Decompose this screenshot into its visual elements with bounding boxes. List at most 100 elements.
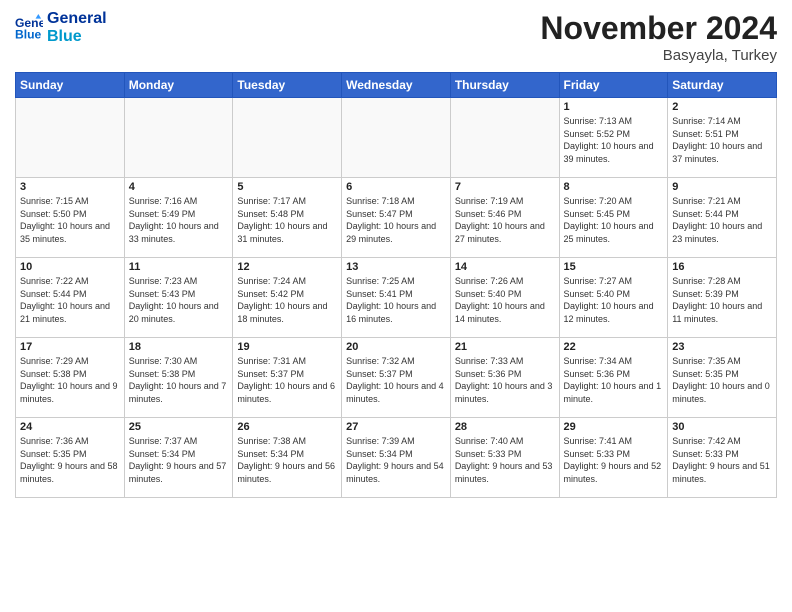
col-thursday: Thursday [450, 73, 559, 98]
day-info: Sunrise: 7:23 AMSunset: 5:43 PMDaylight:… [129, 275, 229, 325]
day-info: Sunrise: 7:16 AMSunset: 5:49 PMDaylight:… [129, 195, 229, 245]
day-info: Sunrise: 7:41 AMSunset: 5:33 PMDaylight:… [564, 435, 664, 485]
calendar-day: 2 Sunrise: 7:14 AMSunset: 5:51 PMDaylight… [668, 98, 777, 178]
day-number: 25 [129, 421, 229, 433]
col-wednesday: Wednesday [342, 73, 451, 98]
calendar-day: 7 Sunrise: 7:19 AMSunset: 5:46 PMDaylight… [450, 178, 559, 258]
day-info: Sunrise: 7:13 AMSunset: 5:52 PMDaylight:… [564, 115, 664, 165]
calendar-day [233, 98, 342, 178]
calendar-day: 29Sunrise: 7:41 AMSunset: 5:33 PMDayligh… [559, 418, 668, 498]
calendar-day: 4 Sunrise: 7:16 AMSunset: 5:49 PMDaylight… [124, 178, 233, 258]
calendar-day: 24Sunrise: 7:36 AMSunset: 5:35 PMDayligh… [16, 418, 125, 498]
day-number: 18 [129, 341, 229, 353]
day-number: 8 [564, 181, 664, 193]
calendar-day: 18 Sunrise: 7:30 AMSunset: 5:38 PMDayligh… [124, 338, 233, 418]
day-info: Sunrise: 7:17 AMSunset: 5:48 PMDaylight:… [237, 195, 337, 245]
calendar-table: Sunday Monday Tuesday Wednesday Thursday… [15, 72, 777, 498]
calendar-day: 30 Sunrise: 7:42 AMSunset: 5:33 PMDayligh… [668, 418, 777, 498]
calendar-day: 1Sunrise: 7:13 AMSunset: 5:52 PMDaylight… [559, 98, 668, 178]
day-number: 6 [346, 181, 446, 193]
day-number: 10 [20, 261, 120, 273]
calendar-body: 1Sunrise: 7:13 AMSunset: 5:52 PMDaylight… [16, 98, 777, 498]
calendar-day: 22 Sunrise: 7:34 AMSunset: 5:36 PMDayligh… [559, 338, 668, 418]
col-sunday: Sunday [16, 73, 125, 98]
day-number: 15 [564, 261, 664, 273]
day-info: Sunrise: 7:39 AMSunset: 5:34 PMDaylight:… [346, 435, 446, 485]
header: General Blue General Blue November 2024 … [15, 10, 777, 64]
day-info: Sunrise: 7:38 AMSunset: 5:34 PMDaylight:… [237, 435, 337, 485]
svg-text:Blue: Blue [15, 27, 42, 41]
day-info: Sunrise: 7:22 AMSunset: 5:44 PMDaylight:… [20, 275, 120, 325]
calendar-day: 19 Sunrise: 7:31 AMSunset: 5:37 PMDayligh… [233, 338, 342, 418]
calendar-day: 20Sunrise: 7:32 AMSunset: 5:37 PMDayligh… [342, 338, 451, 418]
day-info: Sunrise: 7:33 AMSunset: 5:36 PMDaylight:… [455, 355, 555, 405]
day-number: 9 [672, 181, 772, 193]
calendar-day: 16 Sunrise: 7:28 AMSunset: 5:39 PMDayligh… [668, 258, 777, 338]
day-info: Sunrise: 7:40 AMSunset: 5:33 PMDaylight:… [455, 435, 555, 485]
day-number: 28 [455, 421, 555, 433]
calendar-week-3: 10 Sunrise: 7:22 AMSunset: 5:44 PMDayligh… [16, 258, 777, 338]
calendar-header-row: Sunday Monday Tuesday Wednesday Thursday… [16, 73, 777, 98]
day-number: 23 [672, 341, 772, 353]
day-info: Sunrise: 7:27 AMSunset: 5:40 PMDaylight:… [564, 275, 664, 325]
day-info: Sunrise: 7:20 AMSunset: 5:45 PMDaylight:… [564, 195, 664, 245]
day-info: Sunrise: 7:15 AMSunset: 5:50 PMDaylight:… [20, 195, 120, 245]
day-number: 3 [20, 181, 120, 193]
calendar-day: 9 Sunrise: 7:21 AMSunset: 5:44 PMDaylight… [668, 178, 777, 258]
day-number: 24 [20, 421, 120, 433]
calendar-week-5: 24Sunrise: 7:36 AMSunset: 5:35 PMDayligh… [16, 418, 777, 498]
logo-icon: General Blue [15, 14, 43, 42]
day-number: 22 [564, 341, 664, 353]
day-info: Sunrise: 7:31 AMSunset: 5:37 PMDaylight:… [237, 355, 337, 405]
page-container: General Blue General Blue November 2024 … [0, 0, 792, 508]
day-number: 19 [237, 341, 337, 353]
day-info: Sunrise: 7:18 AMSunset: 5:47 PMDaylight:… [346, 195, 446, 245]
calendar-day [16, 98, 125, 178]
day-info: Sunrise: 7:21 AMSunset: 5:44 PMDaylight:… [672, 195, 772, 245]
day-number: 5 [237, 181, 337, 193]
calendar-day: 23Sunrise: 7:35 AMSunset: 5:35 PMDayligh… [668, 338, 777, 418]
day-number: 17 [20, 341, 120, 353]
calendar-day: 15 Sunrise: 7:27 AMSunset: 5:40 PMDayligh… [559, 258, 668, 338]
day-number: 14 [455, 261, 555, 273]
calendar-day: 10 Sunrise: 7:22 AMSunset: 5:44 PMDayligh… [16, 258, 125, 338]
day-info: Sunrise: 7:26 AMSunset: 5:40 PMDaylight:… [455, 275, 555, 325]
day-info: Sunrise: 7:29 AMSunset: 5:38 PMDaylight:… [20, 355, 120, 405]
day-number: 16 [672, 261, 772, 273]
title-block: November 2024 Basyayla, Turkey [540, 10, 777, 64]
day-number: 26 [237, 421, 337, 433]
day-number: 30 [672, 421, 772, 433]
day-number: 13 [346, 261, 446, 273]
calendar-day: 3 Sunrise: 7:15 AMSunset: 5:50 PMDaylight… [16, 178, 125, 258]
calendar-day: 27Sunrise: 7:39 AMSunset: 5:34 PMDayligh… [342, 418, 451, 498]
calendar-day: 25 Sunrise: 7:37 AMSunset: 5:34 PMDayligh… [124, 418, 233, 498]
calendar-week-4: 17 Sunrise: 7:29 AMSunset: 5:38 PMDayligh… [16, 338, 777, 418]
day-info: Sunrise: 7:34 AMSunset: 5:36 PMDaylight:… [564, 355, 664, 405]
calendar-day: 11 Sunrise: 7:23 AMSunset: 5:43 PMDayligh… [124, 258, 233, 338]
col-tuesday: Tuesday [233, 73, 342, 98]
day-number: 7 [455, 181, 555, 193]
day-info: Sunrise: 7:37 AMSunset: 5:34 PMDaylight:… [129, 435, 229, 485]
logo-text: General Blue [47, 10, 107, 45]
calendar-day [124, 98, 233, 178]
calendar-day: 8 Sunrise: 7:20 AMSunset: 5:45 PMDaylight… [559, 178, 668, 258]
day-info: Sunrise: 7:42 AMSunset: 5:33 PMDaylight:… [672, 435, 772, 485]
day-number: 12 [237, 261, 337, 273]
day-number: 11 [129, 261, 229, 273]
day-info: Sunrise: 7:24 AMSunset: 5:42 PMDaylight:… [237, 275, 337, 325]
day-number: 20 [346, 341, 446, 353]
calendar-day: 13Sunrise: 7:25 AMSunset: 5:41 PMDayligh… [342, 258, 451, 338]
col-monday: Monday [124, 73, 233, 98]
col-friday: Friday [559, 73, 668, 98]
logo: General Blue General Blue [15, 10, 107, 45]
calendar-day: 21Sunrise: 7:33 AMSunset: 5:36 PMDayligh… [450, 338, 559, 418]
day-info: Sunrise: 7:19 AMSunset: 5:46 PMDaylight:… [455, 195, 555, 245]
calendar-day: 17 Sunrise: 7:29 AMSunset: 5:38 PMDayligh… [16, 338, 125, 418]
calendar-day [450, 98, 559, 178]
day-info: Sunrise: 7:28 AMSunset: 5:39 PMDaylight:… [672, 275, 772, 325]
day-number: 2 [672, 101, 772, 113]
day-info: Sunrise: 7:30 AMSunset: 5:38 PMDaylight:… [129, 355, 229, 405]
calendar-day: 14 Sunrise: 7:26 AMSunset: 5:40 PMDayligh… [450, 258, 559, 338]
day-info: Sunrise: 7:14 AMSunset: 5:51 PMDaylight:… [672, 115, 772, 165]
day-number: 4 [129, 181, 229, 193]
